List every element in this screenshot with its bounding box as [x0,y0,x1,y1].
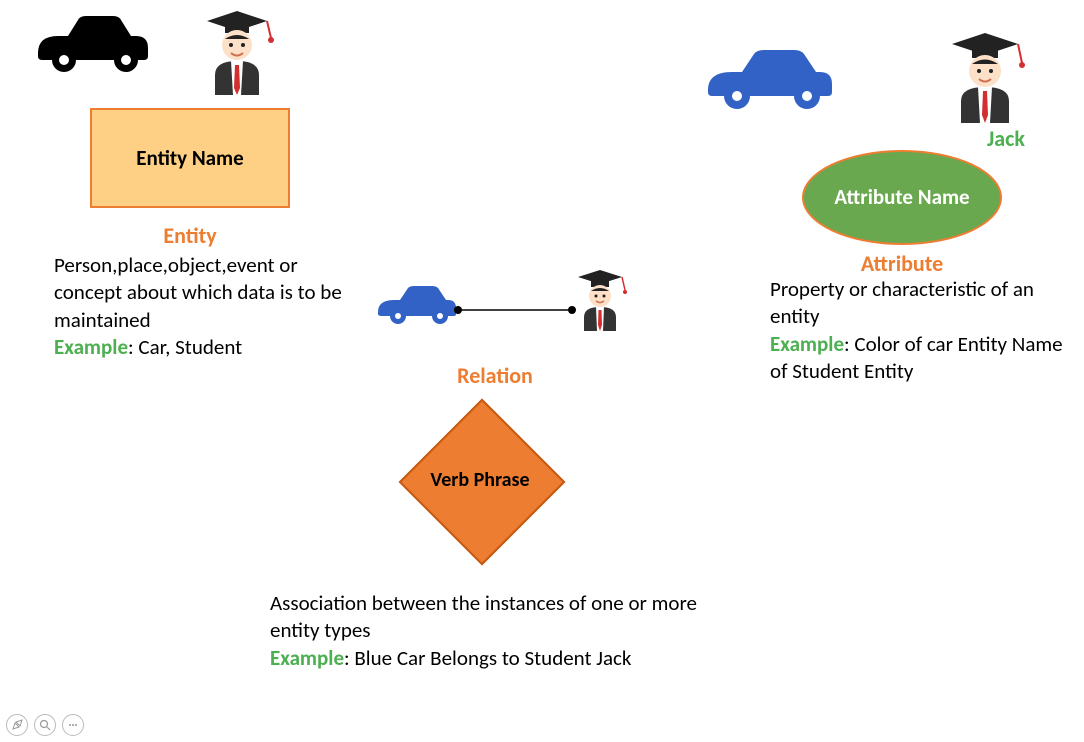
relation-shape: Verb Phrase [400,400,560,560]
entity-title: Entity [90,222,290,249]
relation-title: Relation [420,362,570,389]
more-tool-icon[interactable] [62,714,84,736]
attribute-shape: Attribute Name [802,150,1002,245]
zoom-tool-icon[interactable] [34,714,56,736]
attribute-shape-label: Attribute Name [834,186,969,209]
car-black-icon [18,8,153,93]
attribute-description: Property or characteristic of an entity … [770,276,1070,385]
relation-description: Association between the instances of one… [270,590,740,672]
student-icon-relation [570,265,630,340]
entity-shape: Entity Name [90,108,290,208]
attribute-title: Attribute [802,250,1002,277]
pen-tool-icon[interactable] [6,714,28,736]
jack-label: Jack [987,125,1025,152]
entity-description: Person,place,object,event or concept abo… [54,252,344,361]
car-blue-icon-relation [368,280,458,340]
presentation-toolbar [6,714,84,736]
entity-shape-label: Entity Name [136,145,243,171]
relation-connector [450,300,580,320]
relation-shape-label: Verb Phrase [430,469,529,491]
student-icon-attribute [940,25,1030,130]
car-blue-icon-attribute [690,40,840,130]
student-icon-entity [195,3,280,103]
